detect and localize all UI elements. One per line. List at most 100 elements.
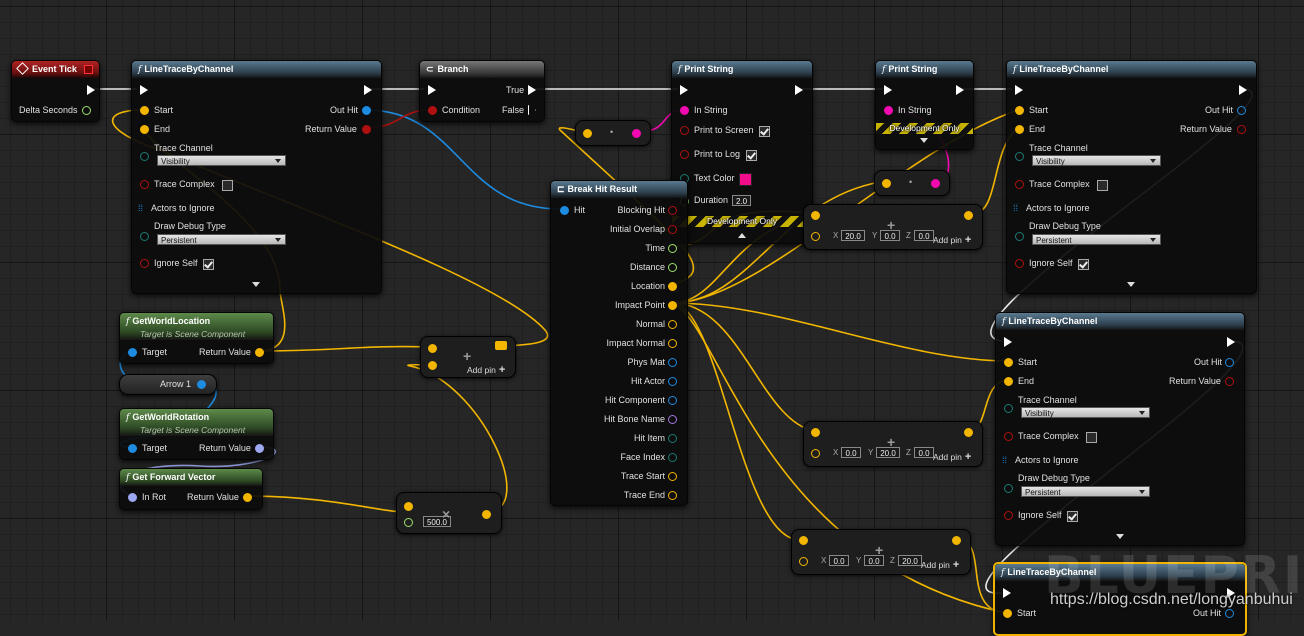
ignore-self-checkbox[interactable] xyxy=(203,259,214,270)
print-to-screen-pin[interactable] xyxy=(680,126,689,135)
input-a-pin[interactable] xyxy=(404,502,413,511)
output-pin[interactable] xyxy=(668,453,677,462)
trace-complex-pin[interactable] xyxy=(140,180,149,189)
start-pin[interactable] xyxy=(1003,609,1012,618)
exec-out-pin[interactable] xyxy=(1239,85,1247,95)
hit-pin[interactable] xyxy=(560,206,569,215)
exec-out-pin[interactable] xyxy=(1227,337,1235,347)
event-tick-node[interactable]: Event Tick Delta Seconds xyxy=(11,60,100,122)
trace-complex-checkbox[interactable] xyxy=(1097,180,1108,191)
expand-arrow-icon[interactable] xyxy=(1127,282,1135,287)
output-pin[interactable] xyxy=(632,129,641,138)
expand-arrow-icon[interactable] xyxy=(920,138,928,143)
trace-channel-dropdown[interactable]: Visibility xyxy=(1032,155,1161,166)
input-a-pin[interactable] xyxy=(428,344,437,353)
draw-debug-dropdown[interactable]: Persistent xyxy=(157,234,286,245)
start-pin[interactable] xyxy=(1015,106,1024,115)
exec-out-pin[interactable] xyxy=(87,85,95,95)
exec-in-pin[interactable] xyxy=(884,85,892,95)
trace-complex-pin[interactable] xyxy=(1015,180,1024,189)
in-rot-pin[interactable] xyxy=(128,493,137,502)
text-color-swatch[interactable] xyxy=(739,173,752,186)
arrow-variable-node[interactable]: Arrow 1 xyxy=(119,374,217,395)
return-value-pin[interactable] xyxy=(1237,125,1246,134)
print-string-node-2[interactable]: f Print String In String Development Only xyxy=(875,60,974,150)
trace-channel-dropdown[interactable]: Visibility xyxy=(1021,407,1150,418)
get-forward-vector-node[interactable]: f Get Forward Vector In Rot Return Value xyxy=(119,468,263,510)
to-string-node-1[interactable]: • xyxy=(575,120,651,146)
x-field[interactable]: 0.0 xyxy=(829,555,849,566)
output-pin[interactable] xyxy=(668,282,677,291)
output-pin[interactable] xyxy=(964,428,973,437)
print-to-screen-checkbox[interactable] xyxy=(759,126,770,137)
line-trace-node-1[interactable]: f LineTraceByChannel Start Out Hit End Re… xyxy=(131,60,382,294)
vector-add-node-1[interactable]: X 20.0 Y 0.0 Z 0.0 + Add pin + xyxy=(803,204,983,250)
return-value-pin[interactable] xyxy=(255,444,264,453)
trace-channel-pin[interactable] xyxy=(1004,404,1013,413)
output-pin[interactable] xyxy=(668,377,677,386)
ignore-self-pin[interactable] xyxy=(1015,259,1024,268)
duration-field[interactable]: 2.0 xyxy=(732,195,751,206)
target-pin[interactable] xyxy=(128,348,137,357)
input-a-pin[interactable] xyxy=(811,211,820,220)
trace-channel-pin[interactable] xyxy=(1015,152,1024,161)
input-b-pin[interactable] xyxy=(811,449,820,458)
output-pin[interactable] xyxy=(668,263,677,272)
add-pin-button[interactable]: Add pin + xyxy=(921,559,959,571)
add-pin-button[interactable]: Add pin + xyxy=(933,234,971,246)
in-string-pin[interactable] xyxy=(680,106,689,115)
exec-in-pin[interactable] xyxy=(140,85,148,95)
return-value-pin[interactable] xyxy=(362,125,371,134)
start-pin[interactable] xyxy=(140,106,149,115)
input-a-pin[interactable] xyxy=(799,536,808,545)
ignore-self-checkbox[interactable] xyxy=(1078,259,1089,270)
draw-debug-pin[interactable] xyxy=(140,232,149,241)
return-value-pin[interactable] xyxy=(243,493,252,502)
print-to-log-checkbox[interactable] xyxy=(746,150,757,161)
vector-add-node-3[interactable]: X 0.0 Y 0.0 Z 20.0 + Add pin + xyxy=(791,529,971,575)
out-hit-pin[interactable] xyxy=(1237,106,1246,115)
return-value-pin[interactable] xyxy=(1225,377,1234,386)
output-pin[interactable] xyxy=(668,320,677,329)
to-string-node-2[interactable]: • xyxy=(874,170,950,196)
input-b-pin[interactable] xyxy=(428,361,437,370)
exec-in-pin[interactable] xyxy=(428,85,436,95)
input-b-pin[interactable] xyxy=(799,557,808,566)
add-pin-button[interactable]: Add pin + xyxy=(933,451,971,463)
end-pin[interactable] xyxy=(1004,377,1013,386)
out-hit-pin[interactable] xyxy=(362,106,371,115)
line-trace-node-3[interactable]: f LineTraceByChannel Start Out Hit End Re… xyxy=(995,312,1245,546)
draw-debug-dropdown[interactable]: Persistent xyxy=(1021,486,1150,497)
return-value-pin[interactable] xyxy=(255,348,264,357)
exec-out-pin[interactable] xyxy=(795,85,803,95)
expand-arrow-icon[interactable] xyxy=(1116,534,1124,539)
expand-arrow-icon[interactable] xyxy=(252,282,260,287)
draw-debug-dropdown[interactable]: Persistent xyxy=(1032,234,1161,245)
end-pin[interactable] xyxy=(1015,125,1024,134)
line-trace-node-2[interactable]: f LineTraceByChannel Start Out Hit End Re… xyxy=(1006,60,1257,294)
input-a-pin[interactable] xyxy=(811,428,820,437)
add-pin-button[interactable]: Add pin + xyxy=(467,364,505,376)
start-pin[interactable] xyxy=(1004,358,1013,367)
output-pin[interactable] xyxy=(668,396,677,405)
arrow-output-pin[interactable] xyxy=(197,380,206,389)
output-pin[interactable] xyxy=(668,206,677,215)
branch-node[interactable]: ⊂ Branch True Condition False xyxy=(419,60,545,122)
output-pin[interactable] xyxy=(964,211,973,220)
get-world-location-node[interactable]: f GetWorldLocation Target is Scene Compone… xyxy=(119,312,274,364)
output-pin[interactable] xyxy=(668,415,677,424)
trace-channel-pin[interactable] xyxy=(140,152,149,161)
end-pin[interactable] xyxy=(140,125,149,134)
output-pin[interactable] xyxy=(482,510,491,519)
x-field[interactable]: 0.0 xyxy=(841,447,861,458)
z-field[interactable]: 20.0 xyxy=(898,555,922,566)
output-pin[interactable] xyxy=(495,341,507,350)
ignore-self-checkbox[interactable] xyxy=(1067,511,1078,522)
draw-debug-pin[interactable] xyxy=(1004,484,1013,493)
true-exec-pin[interactable] xyxy=(528,85,536,95)
output-pin[interactable] xyxy=(668,358,677,367)
input-pin[interactable] xyxy=(583,129,592,138)
output-pin[interactable] xyxy=(668,244,677,253)
input-b-pin[interactable] xyxy=(404,518,413,527)
in-string-pin[interactable] xyxy=(884,106,893,115)
